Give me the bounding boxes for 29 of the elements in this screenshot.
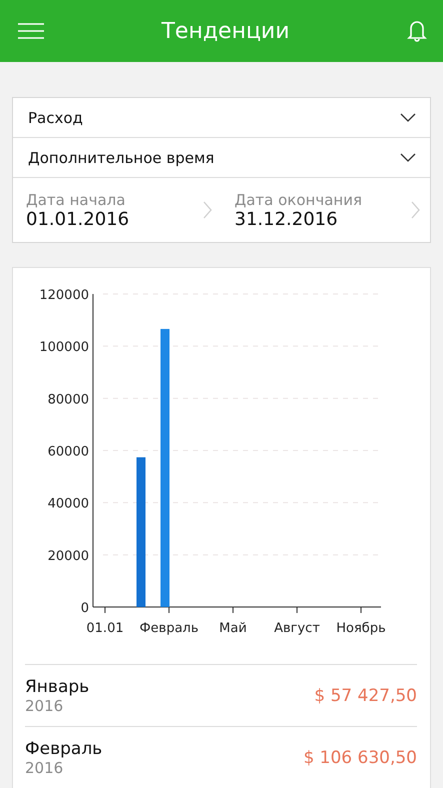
date-label: Дата окончания (234, 190, 362, 208)
amount: $ 57 427,50 (314, 686, 417, 706)
date-label: Дата начала (26, 190, 126, 208)
chevron-right-icon (411, 201, 420, 219)
y-tick-label: 120000 (39, 288, 89, 303)
year-label: 2016 (25, 696, 64, 714)
y-tick-label: 0 (80, 601, 89, 616)
menu-icon[interactable] (18, 23, 44, 39)
amount: $ 106 630,50 (303, 748, 417, 768)
chevron-right-icon (202, 201, 212, 219)
x-tick-label: Февраль (139, 621, 199, 636)
y-tick-label: 60000 (48, 444, 89, 460)
date-value: 01.01.2016 (26, 208, 130, 230)
y-tick-label: 80000 (48, 392, 89, 408)
bell-icon[interactable] (407, 19, 427, 43)
x-tick-label: Май (219, 621, 247, 636)
page-title: Тенденции (161, 18, 290, 44)
chevron-down-icon (400, 153, 416, 162)
x-tick-label: 01.01 (86, 621, 124, 636)
chevron-down-icon (400, 113, 416, 122)
x-tick-label: Ноябрь (336, 621, 386, 636)
month-label: Февраль (25, 738, 102, 758)
month-label: Январь (25, 676, 90, 696)
date-value: 31.12.2016 (234, 208, 339, 230)
x-tick-label: Август (274, 621, 320, 636)
y-tick-label: 40000 (48, 496, 89, 512)
year-label: 2016 (25, 758, 64, 776)
y-tick-label: 100000 (39, 340, 89, 356)
y-tick-label: 20000 (48, 548, 89, 564)
